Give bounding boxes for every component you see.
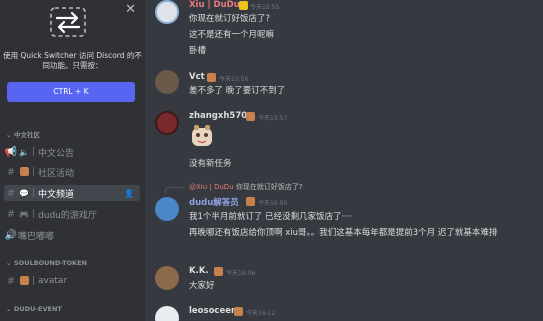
message-text: 没有新任务 xyxy=(189,159,232,169)
role-badge-icon xyxy=(246,112,255,121)
message-author[interactable]: zhangxh570 xyxy=(189,111,247,121)
chevron-down-icon: ⌄ xyxy=(6,259,12,267)
avatar[interactable] xyxy=(155,306,179,321)
avatar[interactable] xyxy=(155,111,179,135)
avatar[interactable] xyxy=(155,197,179,221)
role-badge-icon xyxy=(214,267,223,276)
message-author[interactable]: Xiu | DuDu xyxy=(189,0,240,10)
quick-switcher-icon xyxy=(50,7,86,37)
category-dudu-event[interactable]: ⌄ DUDU-EVENT xyxy=(6,305,62,313)
channel-label: 嘴巴嘟嘟 xyxy=(18,231,55,242)
message-text: 我1个半月前就订了 已经没剩几家饭店了···· xyxy=(189,212,353,222)
channel-dudu-arcade[interactable]: # 🎮 | dudu的游戏厅 xyxy=(4,206,140,222)
role-badge-icon xyxy=(207,73,216,82)
speaker-icon: 🔈 xyxy=(19,147,29,157)
hash-icon: # xyxy=(6,275,16,287)
megaphone-icon: 📢 xyxy=(4,146,18,158)
channel-label: 中文频道 xyxy=(38,189,75,200)
message-text: 这不是还有一个月呢嘛 xyxy=(189,30,275,40)
message-author[interactable]: dudu解答员 xyxy=(189,196,239,208)
message-text: 你现在就订好饭店了? xyxy=(189,14,271,24)
role-badge-icon xyxy=(246,197,255,206)
voice-channel-icon: 🔊 xyxy=(4,229,18,241)
channel-label: dudu的游戏厅 xyxy=(38,210,97,221)
message-timestamp: 今天16:12 xyxy=(246,310,276,317)
message-author[interactable]: leosoceer xyxy=(189,306,235,316)
bear-emoji-icon xyxy=(18,275,30,287)
chevron-down-icon: ⌄ xyxy=(6,131,12,139)
add-user-icon[interactable]: 👤 xyxy=(124,189,134,198)
role-badge-icon xyxy=(234,307,243,316)
message-timestamp: 今天15:56 xyxy=(219,76,249,83)
reply-reference[interactable]: @Xiu | DuDu 你现在就订好饭店了? xyxy=(189,182,303,192)
controller-icon: 🎮 xyxy=(19,209,29,219)
message-timestamp: 今天16:05 xyxy=(258,200,288,207)
avatar[interactable] xyxy=(155,70,179,94)
hash-icon: # xyxy=(6,208,16,220)
channel-label: avatar xyxy=(38,276,68,286)
bear-emoji-icon xyxy=(18,166,30,178)
message-text: 再晚哪还有饭店给你顶啊 xiu哥。。我们这基本每年都是提前3个月 迟了就基本难排 xyxy=(189,228,498,238)
quick-switcher-description: 使用 Quick Switcher 访问 Discord 的不同功能。只需按： xyxy=(3,51,142,70)
sticker-image[interactable] xyxy=(189,123,215,149)
message-author[interactable]: Vct xyxy=(189,72,205,82)
reply-connector xyxy=(165,187,183,194)
close-icon[interactable]: ✕ xyxy=(125,2,136,17)
category-chinese-community[interactable]: ⌄ 中文社区 xyxy=(6,129,40,139)
message-text: 卧槽 xyxy=(189,46,207,56)
message-text: 差不多了 晚了要订不到了 xyxy=(189,86,286,96)
avatar[interactable] xyxy=(155,266,179,290)
message-timestamp: 今天15:55 xyxy=(250,4,280,11)
channel-avatar[interactable]: # | avatar xyxy=(4,273,140,289)
quick-switcher-shortcut-button[interactable]: CTRL + K xyxy=(7,82,135,102)
message-timestamp: 今天16:06 xyxy=(226,270,256,277)
hash-icon: # xyxy=(6,187,16,199)
channel-label: 中文公告 xyxy=(38,148,75,159)
channel-community-events[interactable]: # | 社区活动 xyxy=(4,164,140,180)
category-soulbound-token[interactable]: ⌄ SOULBOUND-TOKEN xyxy=(6,259,87,267)
channel-mouth-dudu[interactable]: 🔊 嘴巴嘟嘟 xyxy=(4,227,140,243)
message-author[interactable]: K.K. xyxy=(189,266,209,276)
avatar[interactable] xyxy=(155,0,179,24)
message-list: Xiu | DuDu 今天15:55 你现在就订好饭店了? 这不是还有一个月呢嘛… xyxy=(145,0,543,321)
message-timestamp: 今天15:57 xyxy=(258,115,288,122)
channel-chinese-chat[interactable]: # 💬 | 中文频道 👤 xyxy=(4,185,140,201)
hash-icon: # xyxy=(6,166,16,178)
channel-chinese-announcements[interactable]: 📢 🔈 | 中文公告 xyxy=(4,144,140,160)
chevron-down-icon: ⌄ xyxy=(6,305,12,313)
role-badge-icon xyxy=(239,1,248,10)
speech-bubble-icon: 💬 xyxy=(19,188,29,198)
channel-sidebar: ✕ 使用 Quick Switcher 访问 Discord 的不同功能。只需按… xyxy=(0,0,145,321)
channel-label: 社区活动 xyxy=(38,168,75,179)
message-text: 大家好 xyxy=(189,281,215,291)
